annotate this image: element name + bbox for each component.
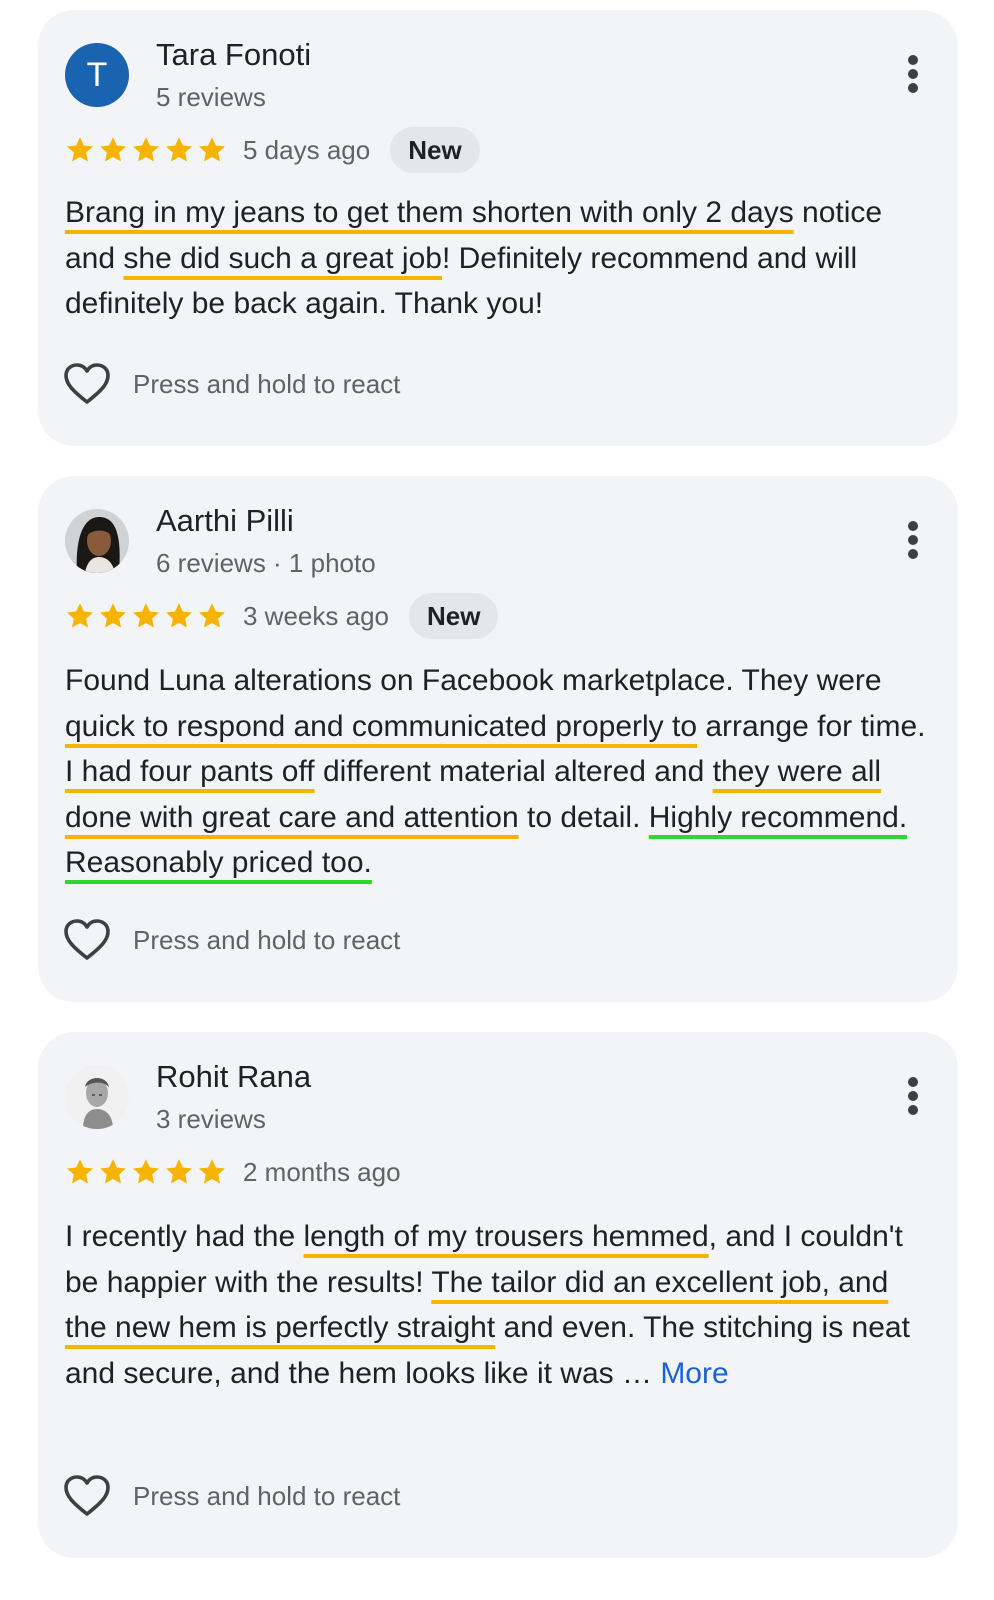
review-text: Brang in my jeans to get them shorten wi…	[65, 196, 883, 320]
star-rating	[65, 601, 227, 631]
star-icon	[98, 1157, 128, 1187]
star-icon	[197, 601, 227, 631]
star-icon	[98, 135, 128, 165]
react-label: Press and hold to react	[133, 368, 401, 399]
more-options-icon[interactable]	[906, 1077, 920, 1117]
review-card: T Tara Fonoti 5 reviews 5 days ago New B…	[38, 10, 958, 446]
new-badge: New	[408, 593, 499, 639]
reviewer-meta: 6 reviews · 1 photo	[156, 548, 376, 578]
more-options-icon[interactable]	[906, 521, 920, 561]
react-label: Press and hold to react	[133, 924, 401, 955]
profile-photo-icon	[65, 509, 129, 573]
star-icon	[164, 1157, 194, 1187]
review-text: Found Luna alterations on Facebook marke…	[65, 664, 926, 879]
react-label: Press and hold to react	[133, 1480, 401, 1511]
star-icon	[131, 601, 161, 631]
star-icon	[131, 135, 161, 165]
star-icon	[197, 1157, 227, 1187]
star-icon	[164, 135, 194, 165]
star-icon	[131, 1157, 161, 1187]
star-icon	[164, 601, 194, 631]
avatar[interactable]	[65, 509, 129, 573]
review-date: 5 days ago	[243, 134, 371, 165]
reviewer-name[interactable]: Rohit Rana	[156, 1059, 311, 1095]
more-link[interactable]: More	[660, 1357, 728, 1390]
star-icon	[65, 1157, 95, 1187]
star-icon	[65, 135, 95, 165]
highlight: quick to respond and communicated proper…	[65, 709, 698, 743]
star-icon	[197, 135, 227, 165]
rating-row: 5 days ago New	[65, 127, 480, 173]
highlight: Brang in my jeans to get them shorten wi…	[65, 196, 794, 229]
review-card: Aarthi Pilli 6 reviews · 1 photo 3 weeks…	[38, 476, 958, 1002]
review-date: 3 weeks ago	[243, 600, 389, 631]
review-date: 2 months ago	[243, 1156, 401, 1187]
statue-photo-icon	[65, 1065, 129, 1129]
avatar[interactable]: T	[65, 43, 129, 107]
review-text: I recently had the length of my trousers…	[65, 1220, 910, 1390]
star-rating	[65, 135, 227, 165]
avatar[interactable]	[65, 1065, 129, 1129]
rating-row: 3 weeks ago New	[65, 593, 499, 639]
react-button[interactable]: Press and hold to react	[63, 1474, 400, 1518]
star-icon	[65, 601, 95, 631]
rating-row: 2 months ago	[65, 1149, 401, 1195]
review-card: Rohit Rana 3 reviews 2 months ago I rece…	[38, 1032, 958, 1558]
heart-icon	[63, 362, 111, 406]
reviewer-name[interactable]: Aarthi Pilli	[156, 503, 294, 539]
star-icon	[98, 601, 128, 631]
more-options-icon[interactable]	[906, 55, 920, 95]
reviewer-name[interactable]: Tara Fonoti	[156, 37, 311, 73]
heart-icon	[63, 918, 111, 962]
react-button[interactable]: Press and hold to react	[63, 362, 400, 406]
highlight: she did such a great job	[123, 241, 442, 275]
reviewer-meta: 5 reviews	[156, 82, 266, 112]
highlight: length of my trousers hemmed	[303, 1220, 709, 1253]
reviewer-meta: 3 reviews	[156, 1104, 266, 1134]
highlight: I had four pants off	[65, 755, 315, 788]
star-rating	[65, 1157, 227, 1187]
react-button[interactable]: Press and hold to react	[63, 918, 400, 962]
new-badge: New	[390, 127, 480, 173]
heart-icon	[63, 1474, 111, 1518]
